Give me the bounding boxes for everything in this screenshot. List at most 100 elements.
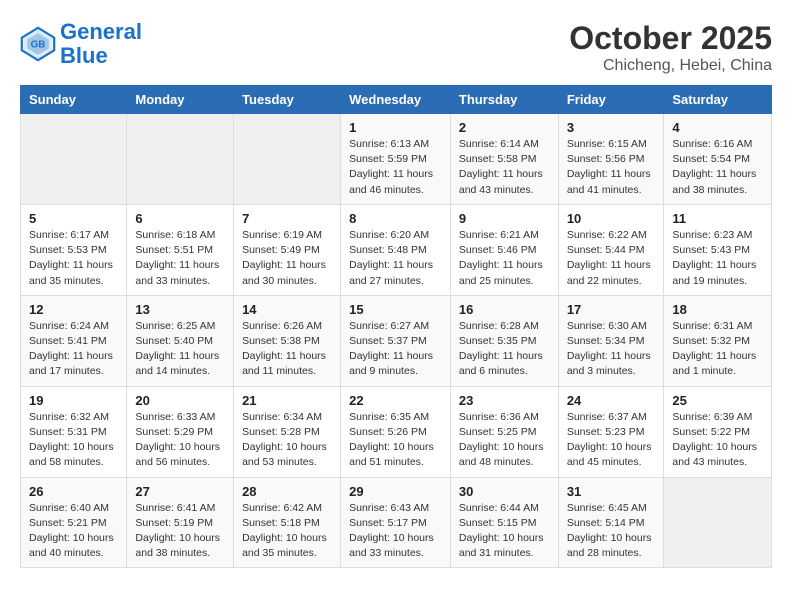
page-header: GB General Blue October 2025 Chicheng, H… bbox=[20, 20, 772, 75]
day-info: Sunrise: 6:23 AMSunset: 5:43 PMDaylight:… bbox=[672, 228, 763, 289]
logo: GB General Blue bbox=[20, 20, 142, 68]
day-number: 3 bbox=[567, 120, 656, 135]
day-info: Sunrise: 6:37 AMSunset: 5:23 PMDaylight:… bbox=[567, 410, 656, 471]
calendar-week-row: 5Sunrise: 6:17 AMSunset: 5:53 PMDaylight… bbox=[21, 204, 772, 295]
day-info: Sunrise: 6:30 AMSunset: 5:34 PMDaylight:… bbox=[567, 319, 656, 380]
weekday-header-row: SundayMondayTuesdayWednesdayThursdayFrid… bbox=[21, 86, 772, 114]
calendar-table: SundayMondayTuesdayWednesdayThursdayFrid… bbox=[20, 85, 772, 568]
day-number: 10 bbox=[567, 211, 656, 226]
day-number: 21 bbox=[242, 393, 332, 408]
day-info: Sunrise: 6:28 AMSunset: 5:35 PMDaylight:… bbox=[459, 319, 550, 380]
calendar-cell bbox=[664, 477, 772, 568]
day-info: Sunrise: 6:16 AMSunset: 5:54 PMDaylight:… bbox=[672, 137, 763, 198]
calendar-cell: 7 Sunrise: 6:19 AMSunset: 5:49 PMDaylight… bbox=[234, 204, 341, 295]
day-number: 19 bbox=[29, 393, 118, 408]
day-info: Sunrise: 6:22 AMSunset: 5:44 PMDaylight:… bbox=[567, 228, 656, 289]
weekday-header-saturday: Saturday bbox=[664, 86, 772, 114]
day-number: 8 bbox=[349, 211, 442, 226]
day-number: 17 bbox=[567, 302, 656, 317]
svg-text:GB: GB bbox=[31, 40, 46, 51]
calendar-cell: 9 Sunrise: 6:21 AMSunset: 5:46 PMDaylight… bbox=[450, 204, 558, 295]
day-info: Sunrise: 6:20 AMSunset: 5:48 PMDaylight:… bbox=[349, 228, 442, 289]
weekday-header-friday: Friday bbox=[558, 86, 664, 114]
day-info: Sunrise: 6:19 AMSunset: 5:49 PMDaylight:… bbox=[242, 228, 332, 289]
day-number: 15 bbox=[349, 302, 442, 317]
day-number: 16 bbox=[459, 302, 550, 317]
calendar-cell bbox=[127, 114, 234, 205]
calendar-cell bbox=[21, 114, 127, 205]
day-info: Sunrise: 6:15 AMSunset: 5:56 PMDaylight:… bbox=[567, 137, 656, 198]
weekday-header-wednesday: Wednesday bbox=[341, 86, 451, 114]
calendar-cell: 1 Sunrise: 6:13 AMSunset: 5:59 PMDaylight… bbox=[341, 114, 451, 205]
day-info: Sunrise: 6:13 AMSunset: 5:59 PMDaylight:… bbox=[349, 137, 442, 198]
weekday-header-sunday: Sunday bbox=[21, 86, 127, 114]
day-info: Sunrise: 6:18 AMSunset: 5:51 PMDaylight:… bbox=[135, 228, 225, 289]
calendar-title: October 2025 bbox=[569, 20, 772, 57]
day-number: 12 bbox=[29, 302, 118, 317]
calendar-subtitle: Chicheng, Hebei, China bbox=[569, 57, 772, 75]
calendar-cell: 8 Sunrise: 6:20 AMSunset: 5:48 PMDaylight… bbox=[341, 204, 451, 295]
calendar-cell: 29Sunrise: 6:43 AMSunset: 5:17 PMDayligh… bbox=[341, 477, 451, 568]
weekday-header-monday: Monday bbox=[127, 86, 234, 114]
day-info: Sunrise: 6:44 AMSunset: 5:15 PMDaylight:… bbox=[459, 501, 550, 562]
day-info: Sunrise: 6:35 AMSunset: 5:26 PMDaylight:… bbox=[349, 410, 442, 471]
calendar-cell: 6Sunrise: 6:18 AMSunset: 5:51 PMDaylight… bbox=[127, 204, 234, 295]
calendar-cell: 31Sunrise: 6:45 AMSunset: 5:14 PMDayligh… bbox=[558, 477, 664, 568]
weekday-header-tuesday: Tuesday bbox=[234, 86, 341, 114]
day-info: Sunrise: 6:41 AMSunset: 5:19 PMDaylight:… bbox=[135, 501, 225, 562]
calendar-cell: 13Sunrise: 6:25 AMSunset: 5:40 PMDayligh… bbox=[127, 295, 234, 386]
day-info: Sunrise: 6:34 AMSunset: 5:28 PMDaylight:… bbox=[242, 410, 332, 471]
day-info: Sunrise: 6:42 AMSunset: 5:18 PMDaylight:… bbox=[242, 501, 332, 562]
day-number: 30 bbox=[459, 484, 550, 499]
day-number: 1 bbox=[349, 120, 442, 135]
day-number: 2 bbox=[459, 120, 550, 135]
calendar-cell bbox=[234, 114, 341, 205]
day-info: Sunrise: 6:39 AMSunset: 5:22 PMDaylight:… bbox=[672, 410, 763, 471]
day-number: 13 bbox=[135, 302, 225, 317]
calendar-cell: 26Sunrise: 6:40 AMSunset: 5:21 PMDayligh… bbox=[21, 477, 127, 568]
calendar-cell: 17 Sunrise: 6:30 AMSunset: 5:34 PMDayligh… bbox=[558, 295, 664, 386]
calendar-cell: 30 Sunrise: 6:44 AMSunset: 5:15 PMDayligh… bbox=[450, 477, 558, 568]
calendar-cell: 19 Sunrise: 6:32 AMSunset: 5:31 PMDayligh… bbox=[21, 386, 127, 477]
calendar-cell: 25Sunrise: 6:39 AMSunset: 5:22 PMDayligh… bbox=[664, 386, 772, 477]
day-info: Sunrise: 6:24 AMSunset: 5:41 PMDaylight:… bbox=[29, 319, 118, 380]
day-number: 11 bbox=[672, 211, 763, 226]
logo-icon: GB bbox=[20, 26, 56, 62]
day-info: Sunrise: 6:45 AMSunset: 5:14 PMDaylight:… bbox=[567, 501, 656, 562]
day-number: 20 bbox=[135, 393, 225, 408]
day-info: Sunrise: 6:27 AMSunset: 5:37 PMDaylight:… bbox=[349, 319, 442, 380]
calendar-cell: 15 Sunrise: 6:27 AMSunset: 5:37 PMDayligh… bbox=[341, 295, 451, 386]
day-info: Sunrise: 6:17 AMSunset: 5:53 PMDaylight:… bbox=[29, 228, 118, 289]
calendar-cell: 27Sunrise: 6:41 AMSunset: 5:19 PMDayligh… bbox=[127, 477, 234, 568]
day-info: Sunrise: 6:36 AMSunset: 5:25 PMDaylight:… bbox=[459, 410, 550, 471]
calendar-week-row: 1 Sunrise: 6:13 AMSunset: 5:59 PMDaylight… bbox=[21, 114, 772, 205]
calendar-cell: 21 Sunrise: 6:34 AMSunset: 5:28 PMDayligh… bbox=[234, 386, 341, 477]
day-info: Sunrise: 6:40 AMSunset: 5:21 PMDaylight:… bbox=[29, 501, 118, 562]
weekday-header-thursday: Thursday bbox=[450, 86, 558, 114]
calendar-cell: 18Sunrise: 6:31 AMSunset: 5:32 PMDayligh… bbox=[664, 295, 772, 386]
day-number: 7 bbox=[242, 211, 332, 226]
day-number: 29 bbox=[349, 484, 442, 499]
calendar-cell: 2 Sunrise: 6:14 AMSunset: 5:58 PMDaylight… bbox=[450, 114, 558, 205]
calendar-cell: 24 Sunrise: 6:37 AMSunset: 5:23 PMDayligh… bbox=[558, 386, 664, 477]
day-number: 24 bbox=[567, 393, 656, 408]
calendar-cell: 3 Sunrise: 6:15 AMSunset: 5:56 PMDaylight… bbox=[558, 114, 664, 205]
calendar-cell: 23 Sunrise: 6:36 AMSunset: 5:25 PMDayligh… bbox=[450, 386, 558, 477]
day-number: 23 bbox=[459, 393, 550, 408]
day-number: 9 bbox=[459, 211, 550, 226]
day-number: 22 bbox=[349, 393, 442, 408]
calendar-cell: 20Sunrise: 6:33 AMSunset: 5:29 PMDayligh… bbox=[127, 386, 234, 477]
calendar-cell: 22 Sunrise: 6:35 AMSunset: 5:26 PMDayligh… bbox=[341, 386, 451, 477]
day-info: Sunrise: 6:26 AMSunset: 5:38 PMDaylight:… bbox=[242, 319, 332, 380]
calendar-cell: 10 Sunrise: 6:22 AMSunset: 5:44 PMDayligh… bbox=[558, 204, 664, 295]
title-block: October 2025 Chicheng, Hebei, China bbox=[569, 20, 772, 75]
calendar-cell: 28Sunrise: 6:42 AMSunset: 5:18 PMDayligh… bbox=[234, 477, 341, 568]
day-info: Sunrise: 6:21 AMSunset: 5:46 PMDaylight:… bbox=[459, 228, 550, 289]
day-number: 18 bbox=[672, 302, 763, 317]
calendar-cell: 5Sunrise: 6:17 AMSunset: 5:53 PMDaylight… bbox=[21, 204, 127, 295]
calendar-cell: 14 Sunrise: 6:26 AMSunset: 5:38 PMDayligh… bbox=[234, 295, 341, 386]
calendar-cell: 11 Sunrise: 6:23 AMSunset: 5:43 PMDayligh… bbox=[664, 204, 772, 295]
day-info: Sunrise: 6:32 AMSunset: 5:31 PMDaylight:… bbox=[29, 410, 118, 471]
day-number: 14 bbox=[242, 302, 332, 317]
day-info: Sunrise: 6:14 AMSunset: 5:58 PMDaylight:… bbox=[459, 137, 550, 198]
